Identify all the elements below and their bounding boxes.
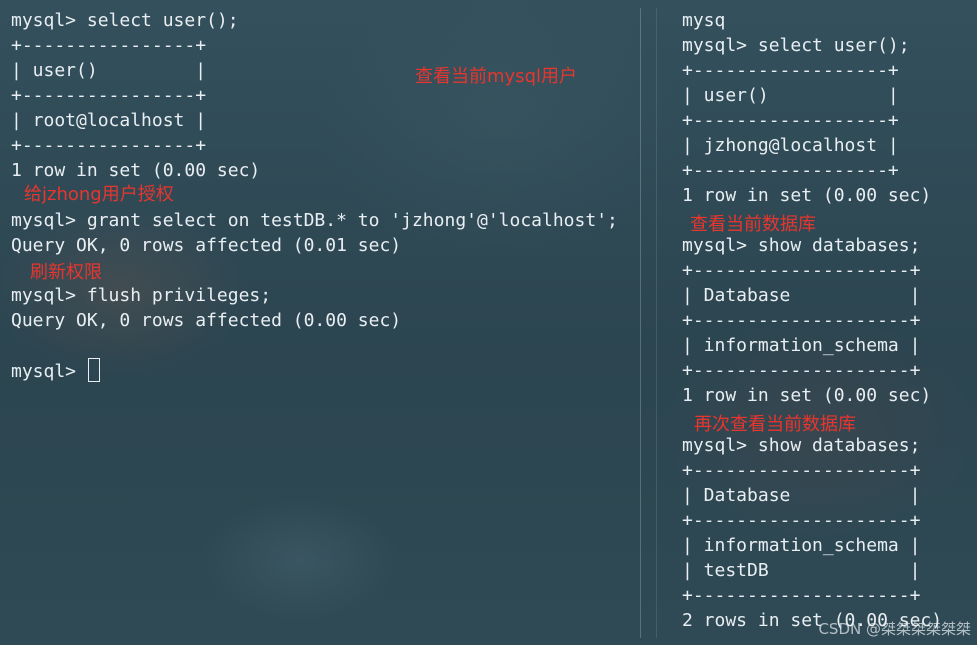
terminal-line: +--------------------+ bbox=[682, 510, 921, 531]
terminal-line: Query OK, 0 rows affected (0.00 sec) bbox=[11, 310, 402, 331]
terminal-line: 1 row in set (0.00 sec) bbox=[11, 160, 261, 181]
terminal-line: +--------------------+ bbox=[682, 460, 921, 481]
annotation-check-current-user: 查看当前mysql用户 bbox=[415, 66, 577, 87]
terminal-line: +------------------+ bbox=[682, 60, 899, 81]
terminal-line: +----------------+ bbox=[11, 135, 207, 156]
terminal-line: +--------------------+ bbox=[682, 360, 921, 381]
block-cursor-icon bbox=[87, 358, 100, 382]
annotation-grant-jzhong: 给jzhong用户授权 bbox=[24, 184, 174, 205]
terminal-line: | root@localhost | bbox=[11, 110, 207, 131]
terminal-line: mysql> select user(); bbox=[11, 10, 239, 31]
terminal-line: +--------------------+ bbox=[682, 260, 921, 281]
terminal-line: | user() | bbox=[682, 85, 899, 106]
terminal-prompt-line[interactable]: mysql> bbox=[11, 358, 100, 384]
pane-divider[interactable] bbox=[640, 8, 641, 638]
terminal-line: | testDB | bbox=[682, 560, 921, 581]
terminal-line: +------------------+ bbox=[682, 110, 899, 131]
terminal-prompt: mysql> bbox=[11, 361, 87, 382]
terminal-line: | information_schema | bbox=[682, 535, 921, 556]
pane-divider-shadow bbox=[656, 8, 657, 638]
left-terminal-pane[interactable]: mysql> select user(); +----------------+… bbox=[0, 0, 640, 645]
right-terminal-pane[interactable]: mysq mysql> select user(); +------------… bbox=[672, 0, 972, 645]
terminal-line: +--------------------+ bbox=[682, 585, 921, 606]
terminal-line: | information_schema | bbox=[682, 335, 921, 356]
terminal-line: +----------------+ bbox=[11, 85, 207, 106]
terminal-line: | user() | bbox=[11, 60, 207, 81]
terminal-line: Query OK, 0 rows affected (0.01 sec) bbox=[11, 235, 402, 256]
terminal-line: 1 row in set (0.00 sec) bbox=[682, 185, 932, 206]
terminal-line: mysql> grant select on testDB.* to 'jzho… bbox=[11, 210, 618, 231]
terminal-line: mysq bbox=[682, 10, 726, 31]
terminal-line: +--------------------+ bbox=[682, 310, 921, 331]
terminal-line: mysql> flush privileges; bbox=[11, 285, 272, 306]
annotation-check-current-db: 查看当前数据库 bbox=[690, 214, 816, 235]
terminal-line: | Database | bbox=[682, 285, 921, 306]
terminal-line: +----------------+ bbox=[11, 35, 207, 56]
terminal-line: 1 row in set (0.00 sec) bbox=[682, 385, 932, 406]
terminal-line: +------------------+ bbox=[682, 160, 899, 181]
terminal-line: | jzhong@localhost | bbox=[682, 135, 899, 156]
csdn-watermark: CSDN @桀桀桀桀桀桀 bbox=[818, 620, 971, 638]
annotation-recheck-current-db: 再次查看当前数据库 bbox=[694, 414, 856, 435]
annotation-refresh-privileges: 刷新权限 bbox=[30, 262, 102, 283]
terminal-line: | Database | bbox=[682, 485, 921, 506]
terminal-line: mysql> select user(); bbox=[682, 35, 910, 56]
